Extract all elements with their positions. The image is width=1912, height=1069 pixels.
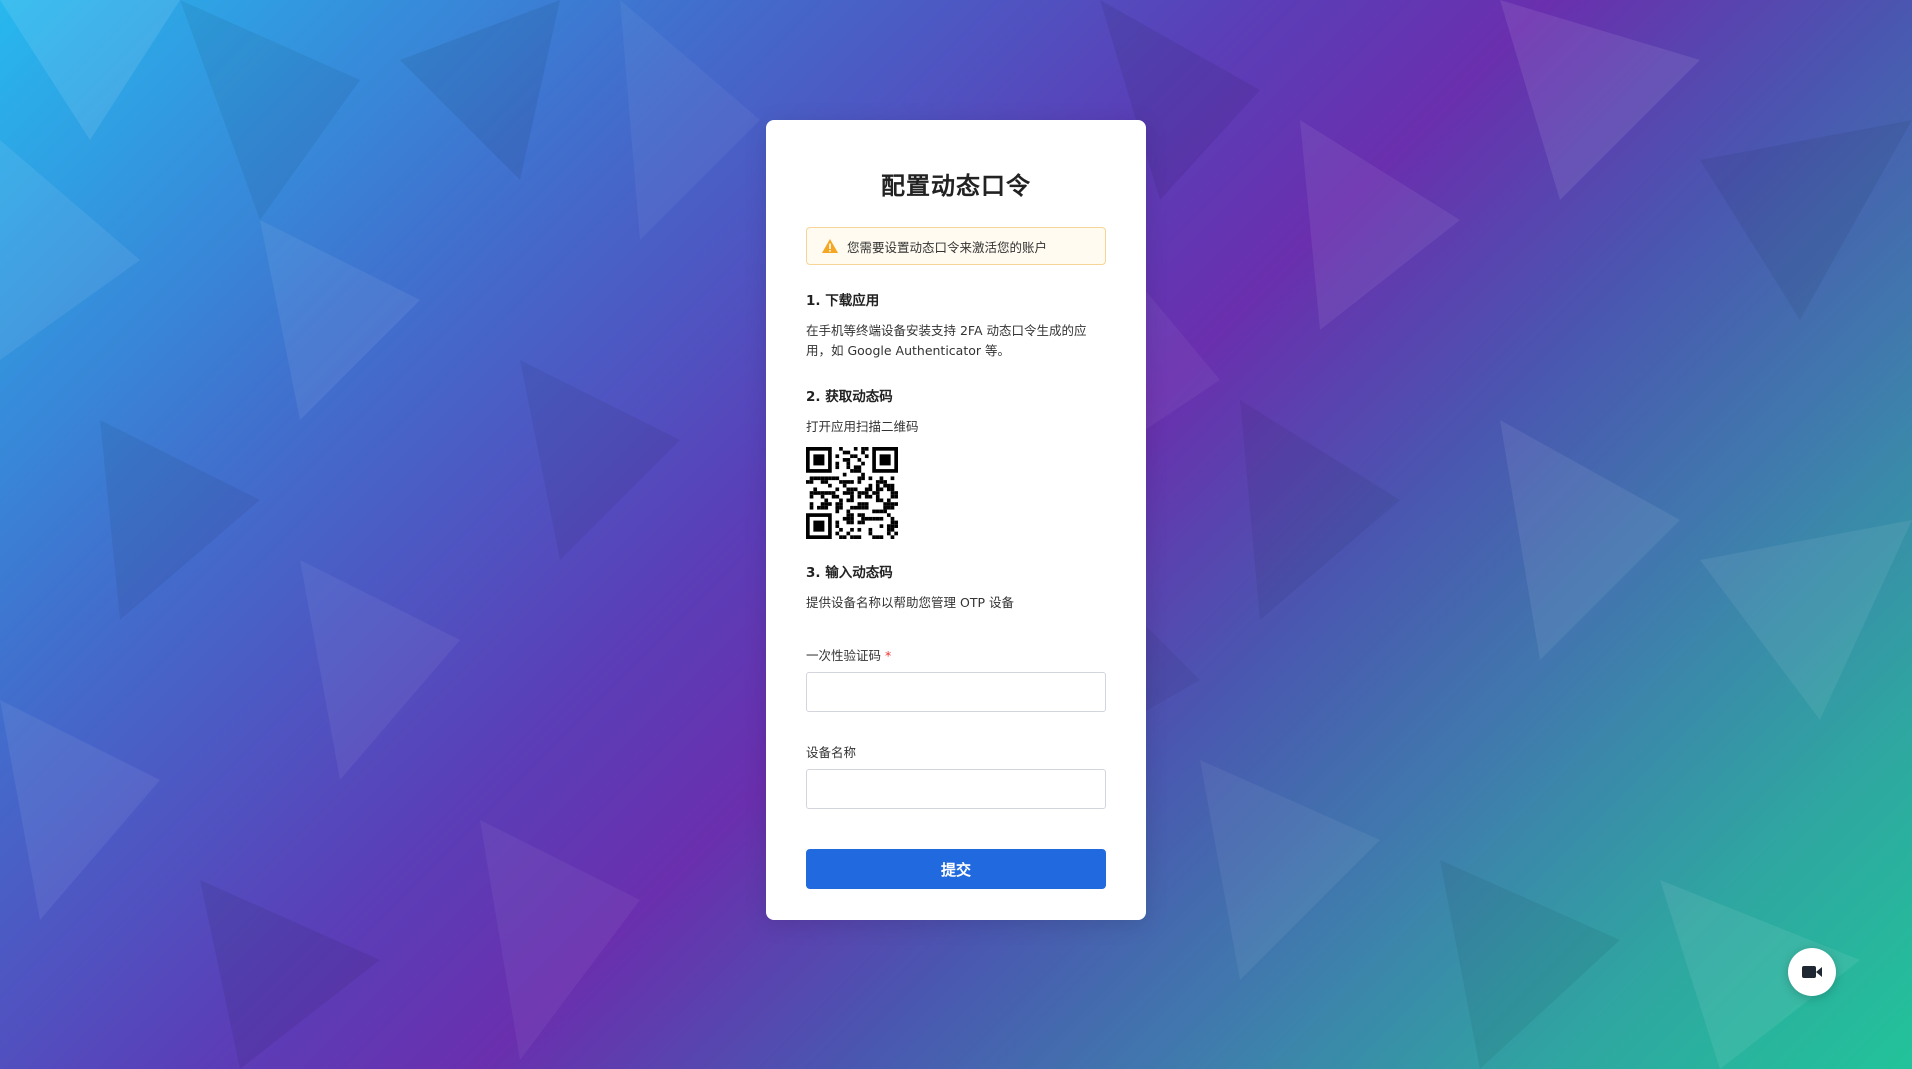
- required-mark: *: [885, 648, 892, 663]
- qr-code: [806, 447, 898, 539]
- warning-icon: [822, 239, 838, 253]
- video-camera-icon: [1802, 966, 1822, 978]
- step-3-heading: 3. 输入动态码: [806, 565, 893, 581]
- device-name-input[interactable]: [806, 769, 1106, 809]
- step-3-text: 提供设备名称以帮助您管理 OTP 设备: [806, 595, 1014, 610]
- step-1-text: 在手机等终端设备安装支持 2FA 动态口令生成的应用，如 Google Auth…: [806, 323, 1087, 358]
- page-title: 配置动态口令: [881, 172, 1031, 200]
- setup-card: 配置动态口令 您需要设置动态口令来激活您的账户 1. 下载应用 在手机等终端设备…: [766, 120, 1146, 920]
- device-name-label: 设备名称: [806, 745, 857, 760]
- step-2-heading: 2. 获取动态码: [806, 389, 893, 405]
- otp-label-text: 一次性验证码: [806, 648, 882, 663]
- warning-alert: 您需要设置动态口令来激活您的账户: [806, 227, 1106, 265]
- otp-input[interactable]: [806, 672, 1106, 712]
- otp-label: 一次性验证码 *: [806, 645, 1106, 664]
- step-1-heading: 1. 下载应用: [806, 293, 880, 309]
- step-2-text: 打开应用扫描二维码: [806, 419, 919, 434]
- submit-button[interactable]: 提交: [806, 849, 1106, 889]
- video-record-button[interactable]: [1788, 948, 1836, 996]
- alert-text: 您需要设置动态口令来激活您的账户: [847, 239, 1048, 255]
